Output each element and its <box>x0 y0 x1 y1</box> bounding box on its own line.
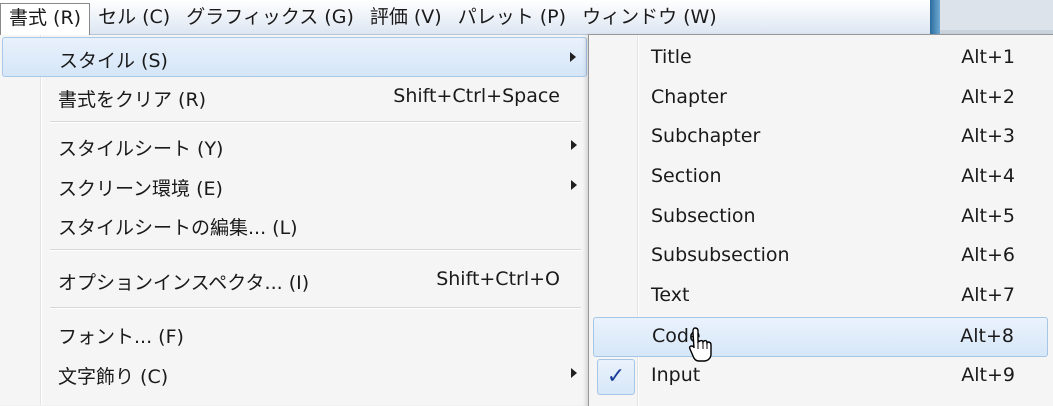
style-item-label: Subsubsection <box>651 244 790 266</box>
menu-item-text-style[interactable]: 文字飾り (C) <box>2 354 587 392</box>
menubar-cell[interactable]: セル (C) <box>90 2 178 32</box>
menubar-format[interactable]: 書式 (R) <box>0 2 91 35</box>
style-item-label: Chapter <box>651 86 727 108</box>
style-item-subchapter[interactable]: Subchapter Alt+3 <box>593 118 1048 156</box>
style-item-code[interactable]: Code Alt+8 <box>593 317 1048 357</box>
style-item-shortcut: Alt+5 <box>961 205 1015 227</box>
style-item-shortcut: Alt+9 <box>961 364 1015 386</box>
style-item-shortcut: Alt+6 <box>961 244 1015 266</box>
style-item-label: Input <box>651 364 701 386</box>
style-item-subsubsection[interactable]: Subsubsection Alt+6 <box>593 237 1048 275</box>
menu-item-label: スクリーン環境 (E) <box>58 178 223 200</box>
submenu-arrow-icon <box>571 180 577 190</box>
style-item-label: Text <box>651 284 690 306</box>
window-border <box>930 0 940 36</box>
menu-item-label: 文字飾り (C) <box>58 366 169 388</box>
hand-cursor-icon <box>688 327 712 362</box>
menu-item-label: 書式をクリア (R) <box>58 89 207 111</box>
menu-item-label: オプションインスペクタ... (I) <box>58 272 310 294</box>
style-item-shortcut: Alt+7 <box>961 284 1015 306</box>
menu-item-shortcut: Shift+Ctrl+Space <box>393 85 560 107</box>
menu-item-label: スタイル (S) <box>59 50 168 72</box>
menu-item-shortcut: Shift+Ctrl+O <box>436 268 560 290</box>
menubar-palettes[interactable]: パレット (P) <box>450 2 574 32</box>
style-item-input[interactable]: ✓ Input Alt+9 <box>593 357 1048 395</box>
window-frame <box>930 0 1053 36</box>
style-item-label: Section <box>651 165 722 187</box>
style-item-label: Title <box>651 46 692 68</box>
menu-item-stylesheet[interactable]: スタイルシート (Y) <box>2 126 587 164</box>
menu-item-option-inspector[interactable]: オプションインスペクタ... (I) Shift+Ctrl+O <box>2 260 587 298</box>
menubar-window[interactable]: ウィンドウ (W) <box>574 2 725 32</box>
style-item-shortcut: Alt+1 <box>961 46 1015 68</box>
style-item-shortcut: Alt+4 <box>961 165 1015 187</box>
menu-item-edit-stylesheet[interactable]: スタイルシートの編集... (L) <box>2 205 587 243</box>
style-item-shortcut: Alt+2 <box>961 86 1015 108</box>
menubar-graphics[interactable]: グラフィックス (G) <box>178 2 362 32</box>
menu-separator <box>50 121 581 123</box>
style-item-text[interactable]: Text Alt+7 <box>593 277 1048 315</box>
submenu-arrow-icon <box>571 368 577 378</box>
style-item-title[interactable]: Title Alt+1 <box>593 39 1048 77</box>
style-item-label: Subchapter <box>651 125 761 147</box>
menu-item-font[interactable]: フォント... (F) <box>2 314 587 352</box>
checkmark-icon: ✓ <box>597 359 635 395</box>
style-item-subsection[interactable]: Subsection Alt+5 <box>593 198 1048 236</box>
menubar: 書式 (R) セル (C) グラフィックス (G) 評価 (V) パレット (P… <box>0 0 930 35</box>
style-item-label: Subsection <box>651 205 756 227</box>
style-item-chapter[interactable]: Chapter Alt+2 <box>593 79 1048 117</box>
menubar-evaluation[interactable]: 評価 (V) <box>362 2 450 32</box>
menu-item-clear-formatting[interactable]: 書式をクリア (R) Shift+Ctrl+Space <box>2 77 587 115</box>
submenu-arrow-icon <box>570 52 576 62</box>
style-item-shortcut: Alt+3 <box>961 125 1015 147</box>
menu-separator <box>50 307 581 309</box>
submenu-arrow-icon <box>571 140 577 150</box>
style-item-section[interactable]: Section Alt+4 <box>593 158 1048 196</box>
menu-item-label: スタイルシート (Y) <box>58 138 224 160</box>
menu-separator <box>50 249 581 251</box>
menu-item-screen-environment[interactable]: スクリーン環境 (E) <box>2 166 587 204</box>
menu-item-label: フォント... (F) <box>58 326 184 348</box>
menu-item-label: スタイルシートの編集... (L) <box>58 217 298 239</box>
style-item-shortcut: Alt+8 <box>960 325 1014 347</box>
format-menu: スタイル (S) 書式をクリア (R) Shift+Ctrl+Space スタイ… <box>0 35 592 405</box>
style-submenu: Title Alt+1 Chapter Alt+2 Subchapter Alt… <box>588 34 1053 406</box>
menu-item-style[interactable]: スタイル (S) <box>2 37 587 77</box>
